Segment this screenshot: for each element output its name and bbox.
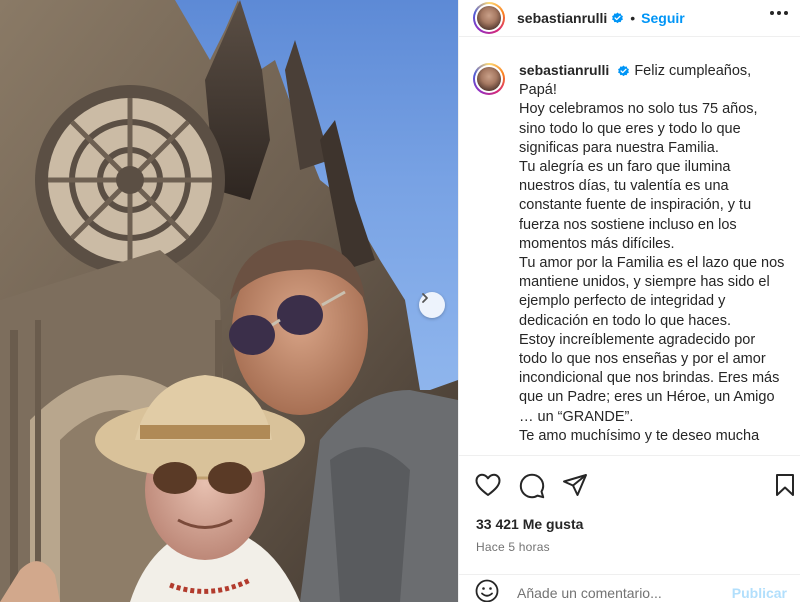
comment-input[interactable] bbox=[517, 585, 727, 601]
comment-bar: Publicar bbox=[459, 574, 800, 602]
emoji-icon bbox=[475, 579, 499, 602]
carousel-next-button[interactable] bbox=[419, 292, 445, 318]
carousel-next-icon bbox=[422, 293, 428, 303]
post-header: sebastianrulli • Seguir bbox=[459, 0, 800, 37]
share-button[interactable] bbox=[562, 473, 588, 502]
follow-button[interactable]: Seguir bbox=[641, 10, 685, 26]
caption-line: Hoy celebramos no solo tus 75 años, sino… bbox=[519, 101, 758, 156]
caption-line: Tu amor por la Familia es el lazo que no… bbox=[519, 255, 785, 329]
post-actions: 33 421 Me gusta Hace 5 horas Publicar bbox=[459, 455, 800, 602]
comment-button[interactable] bbox=[519, 473, 545, 504]
caption-username[interactable]: sebastianrulli bbox=[519, 62, 609, 78]
caption-text: sebastianrulli Feliz cumpleaños, Papá! H… bbox=[519, 61, 787, 446]
caption-line: Tu alegría es un faro que ilumina nuestr… bbox=[519, 159, 752, 252]
verified-badge-icon bbox=[617, 65, 630, 78]
like-button[interactable] bbox=[475, 473, 501, 502]
post-timestamp[interactable]: Hace 5 horas bbox=[476, 540, 550, 554]
more-options-icon[interactable] bbox=[770, 11, 788, 15]
caption-scroll[interactable]: sebastianrulli Feliz cumpleaños, Papá! H… bbox=[459, 61, 800, 454]
post-photo[interactable] bbox=[0, 0, 458, 602]
caption-line: Estoy increíblemente agradecido por todo… bbox=[519, 331, 780, 425]
separator-dot: • bbox=[630, 10, 636, 26]
avatar[interactable] bbox=[473, 2, 505, 34]
verified-badge-icon bbox=[611, 12, 624, 25]
bookmark-icon bbox=[776, 474, 794, 496]
comment-icon bbox=[519, 473, 545, 499]
post-sidebar: sebastianrulli • Seguir sebastianrulli F… bbox=[458, 0, 800, 602]
like-count[interactable]: 33 421 Me gusta bbox=[476, 516, 583, 532]
author-username[interactable]: sebastianrulli bbox=[517, 10, 607, 26]
share-icon bbox=[563, 474, 587, 496]
save-button[interactable] bbox=[775, 473, 795, 502]
heart-icon bbox=[475, 473, 501, 496]
publish-button[interactable]: Publicar bbox=[732, 585, 787, 601]
photo-illustration bbox=[0, 0, 458, 602]
emoji-button[interactable] bbox=[475, 579, 499, 602]
caption-avatar[interactable] bbox=[473, 63, 505, 95]
